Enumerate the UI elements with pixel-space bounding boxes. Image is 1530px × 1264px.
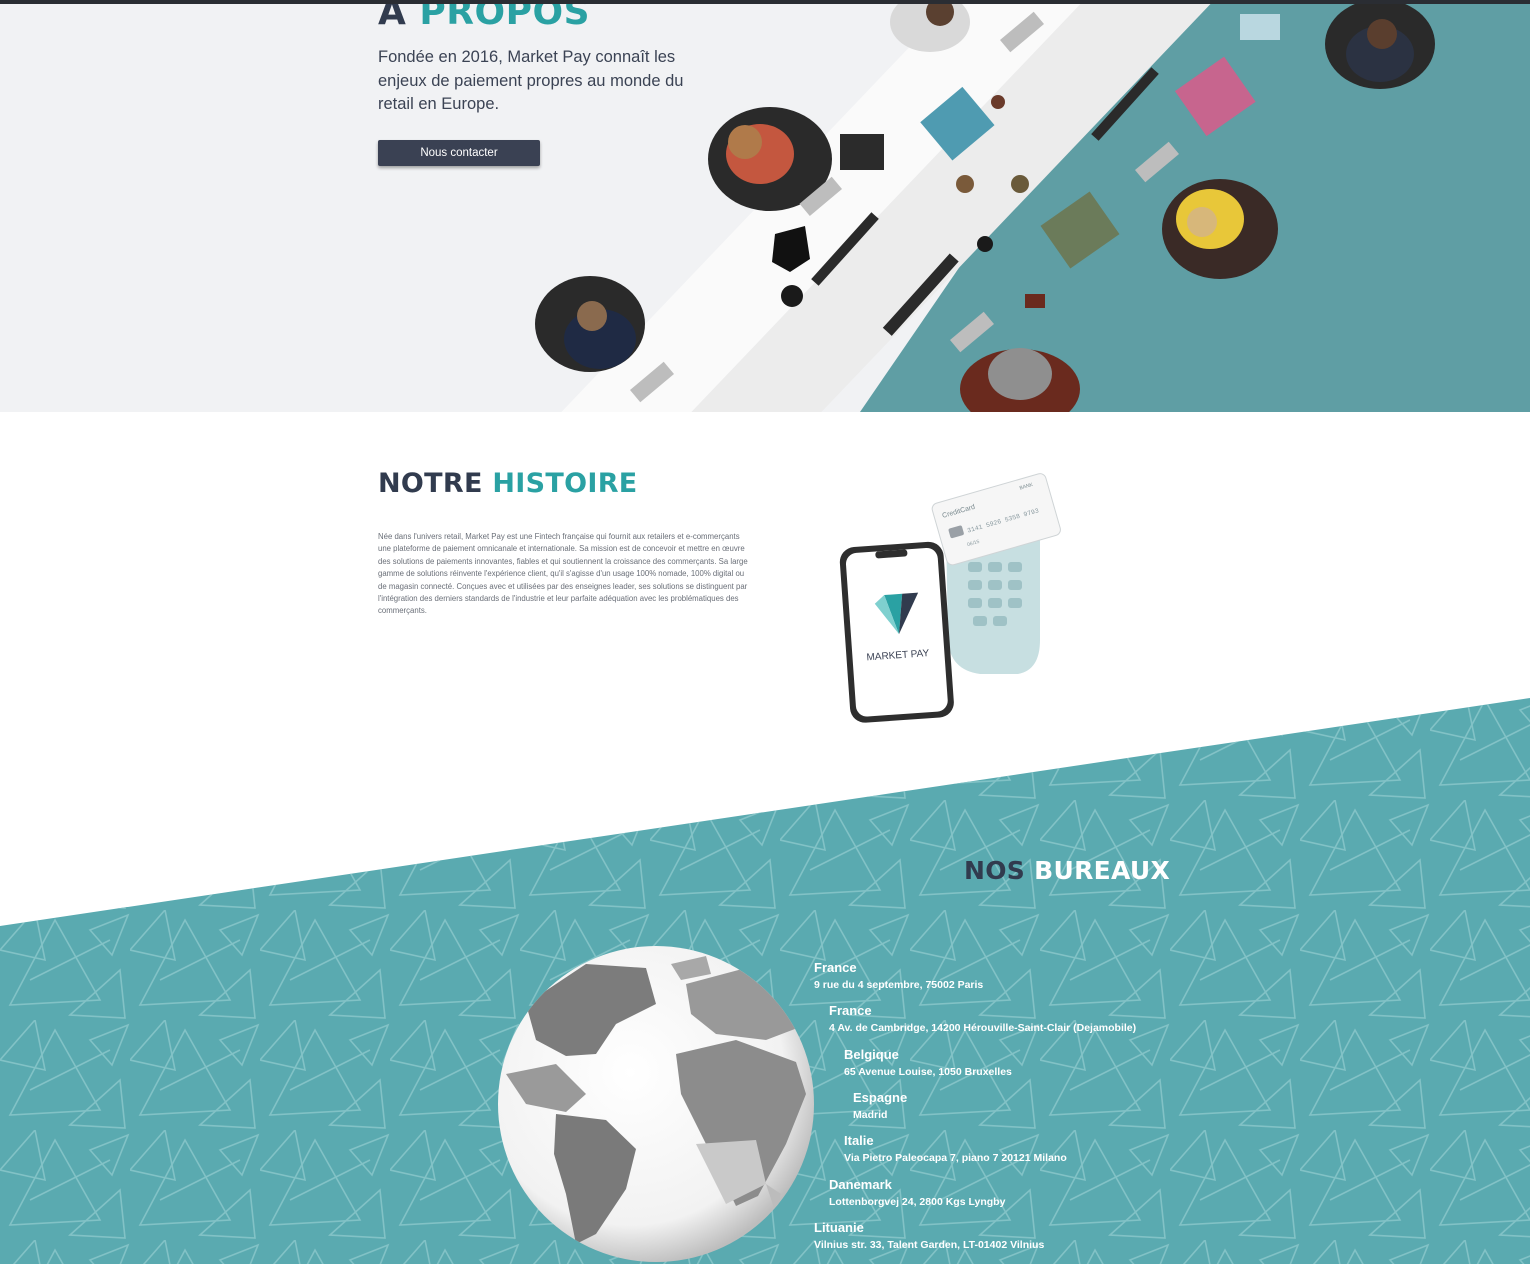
histoire-title: NOTRE HISTOIRE (378, 468, 638, 499)
office-address: Lottenborgvej 24, 2800 Kgs Lyngby (829, 1196, 1006, 1208)
office-country: Danemark (829, 1177, 892, 1192)
office-address: 65 Avenue Louise, 1050 Bruxelles (844, 1066, 1012, 1078)
bureaux-title-part2: BUREAUX (1034, 856, 1171, 885)
office-country: Lituanie (814, 1220, 864, 1235)
office-country: France (814, 960, 857, 975)
office-item: France 9 rue du 4 septembre, 75002 Paris (814, 960, 983, 992)
hero-section: À PROPOS Fondée en 2016, Market Pay conn… (0, 4, 1530, 412)
hero-title-part1: À (378, 4, 407, 33)
office-country: France (829, 1003, 872, 1018)
office-country: Espagne (853, 1090, 908, 1105)
hero-title: À PROPOS (378, 4, 590, 33)
bureaux-title-part1: NOS (964, 856, 1026, 885)
hero-description: Fondée en 2016, Market Pay connaît les e… (378, 48, 684, 113)
office-address: Via Pietro Paleocapa 7, piano 7 20121 Mi… (844, 1152, 1067, 1164)
office-address: Madrid (853, 1109, 888, 1121)
hero-title-part2: PROPOS (419, 4, 591, 33)
office-item: Belgique 65 Avenue Louise, 1050 Bruxelle… (844, 1047, 1012, 1079)
contact-button[interactable]: Nous contacter (378, 140, 540, 166)
bureaux-title: NOS BUREAUX (964, 856, 1170, 885)
office-item: France 4 Av. de Cambridge, 14200 Hérouvi… (829, 1003, 1136, 1035)
office-country: Belgique (844, 1047, 899, 1062)
office-item: Danemark Lottenborgvej 24, 2800 Kgs Lyng… (829, 1177, 1005, 1209)
office-country: Italie (844, 1133, 874, 1148)
world-globe-icon (498, 946, 814, 1262)
office-address: Vilnius str. 33, Talent Garden, LT-01402… (814, 1239, 1045, 1251)
histoire-title-part2: HISTOIRE (492, 468, 638, 499)
office-item: Espagne Madrid (853, 1090, 907, 1122)
office-address: 9 rue du 4 septembre, 75002 Paris (814, 979, 984, 991)
office-address: 4 Av. de Cambridge, 14200 Hérouville-Sai… (829, 1022, 1137, 1034)
office-item: Italie Via Pietro Paleocapa 7, piano 7 2… (844, 1133, 1067, 1165)
credit-card-illustration: CreditCard BANK 3141 5926 5358 9793 06/1… (931, 473, 1061, 566)
office-item: Lituanie Vilnius str. 33, Talent Garden,… (814, 1220, 1044, 1252)
histoire-title-part1: NOTRE (378, 468, 483, 499)
histoire-text: Née dans l'univers retail, Market Pay es… (378, 532, 748, 616)
